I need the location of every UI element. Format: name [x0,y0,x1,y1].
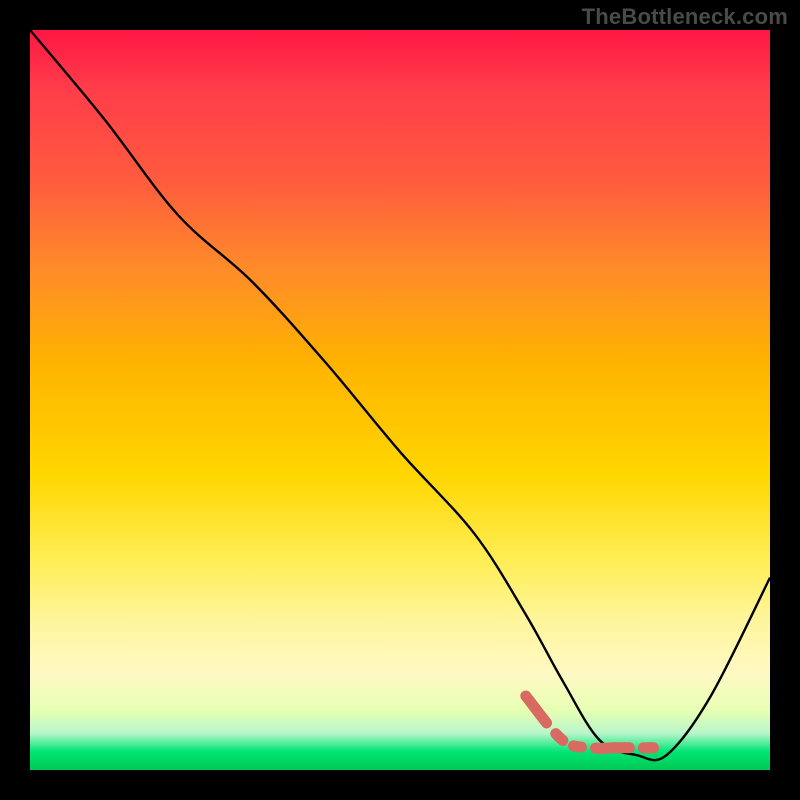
chart-frame: TheBottleneck.com [0,0,800,800]
optimal-range-dash [526,696,659,748]
chart-svg [30,30,770,770]
bottleneck-curve [30,30,770,760]
watermark-text: TheBottleneck.com [582,4,788,30]
plot-area [30,30,770,770]
